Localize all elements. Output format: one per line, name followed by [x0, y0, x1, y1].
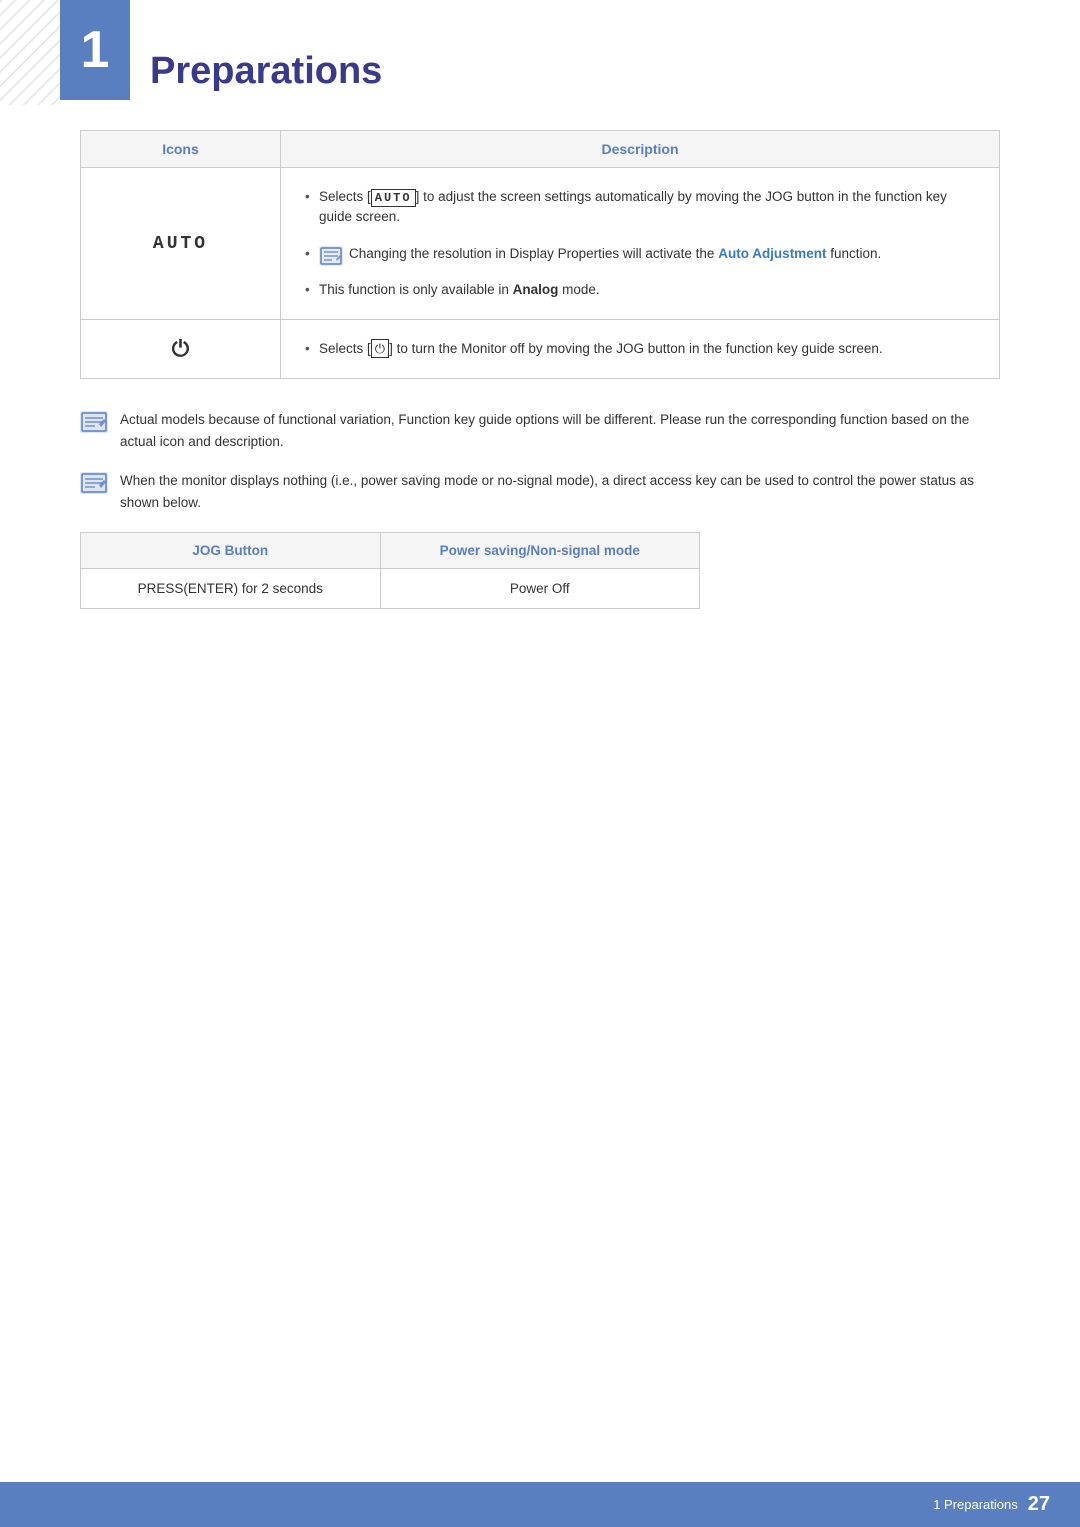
desc-sub-list: Changing the resolution in Display Prope… [301, 240, 979, 305]
col-header-description: Description [281, 131, 1000, 168]
desc-item-2: Changing the resolution in Display Prope… [301, 240, 979, 276]
desc-list-power: Selects [⏻] to turn the Monitor off by m… [301, 335, 979, 363]
desc-item-2-text: Changing the resolution in Display Prope… [349, 244, 881, 264]
col-power-mode: Power saving/Non-signal mode [380, 532, 699, 568]
note-text-2: When the monitor displays nothing (i.e.,… [120, 470, 1000, 513]
desc-power: Selects [⏻] to turn the Monitor off by m… [281, 320, 1000, 379]
page-title: Preparations [150, 30, 1020, 93]
note-icon-1 [80, 411, 108, 433]
desc-item-3: This function is only available in Analo… [301, 276, 979, 304]
footer-label: 1 Preparations [933, 1497, 1018, 1512]
page-footer: 1 Preparations 27 [0, 1482, 1080, 1527]
col-header-icons: Icons [81, 131, 281, 168]
icons-table: Icons Description AUTO Selects [AUTO] to… [80, 130, 1000, 379]
page-number: 27 [1028, 1493, 1050, 1516]
table-row: ⏻ Selects [⏻] to turn the Monitor off by… [81, 320, 1000, 379]
title-area: Preparations [0, 0, 1080, 110]
power-result: Power Off [380, 568, 699, 608]
power-symbol: ⏻ [172, 336, 189, 361]
jog-table: JOG Button Power saving/Non-signal mode … [80, 532, 700, 609]
desc-power-item: Selects [⏻] to turn the Monitor off by m… [301, 335, 979, 363]
jog-action: PRESS(ENTER) for 2 seconds [81, 568, 381, 608]
note-icon-2 [80, 472, 108, 494]
note-text-1: Actual models because of functional vari… [120, 409, 1000, 452]
note-row-2: When the monitor displays nothing (i.e.,… [80, 470, 1000, 513]
chapter-number: 1 [81, 24, 110, 76]
note-inline-icon [319, 246, 343, 266]
main-content: Icons Description AUTO Selects [AUTO] to… [0, 110, 1080, 689]
table-row: AUTO Selects [AUTO] to adjust the screen… [81, 168, 1000, 320]
table-row: PRESS(ENTER) for 2 seconds Power Off [81, 568, 700, 608]
icon-auto: AUTO [81, 168, 281, 320]
icon-power: ⏻ [81, 320, 281, 379]
col-jog-button: JOG Button [81, 532, 381, 568]
desc-item-1: Selects [AUTO] to adjust the screen sett… [301, 183, 979, 232]
note-row-1: Actual models because of functional vari… [80, 409, 1000, 452]
desc-list-auto: Selects [AUTO] to adjust the screen sett… [301, 183, 979, 232]
desc-auto: Selects [AUTO] to adjust the screen sett… [281, 168, 1000, 320]
chapter-block: 1 [60, 0, 130, 100]
